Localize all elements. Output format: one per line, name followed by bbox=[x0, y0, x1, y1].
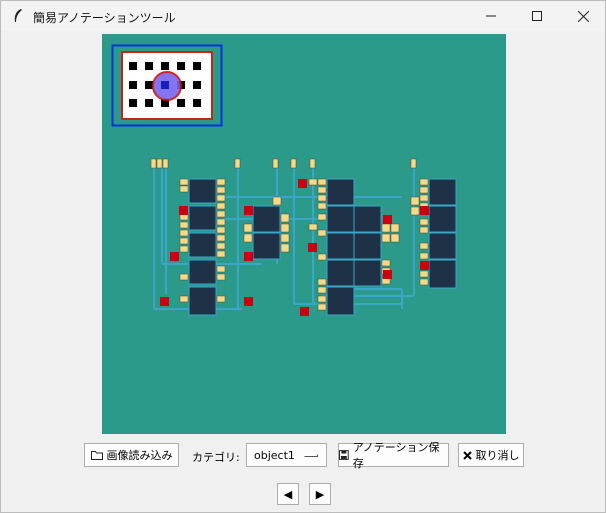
minimize-button[interactable] bbox=[468, 1, 514, 31]
category-select[interactable]: object1 bbox=[246, 443, 327, 467]
minimize-icon bbox=[486, 15, 496, 17]
x-mark-icon bbox=[462, 450, 472, 460]
feather-icon bbox=[14, 9, 22, 22]
maximize-button[interactable] bbox=[514, 1, 560, 31]
title-bar[interactable]: 簡易アノテーションツール bbox=[1, 1, 605, 31]
save-annotation-button[interactable]: アノテーション保存 bbox=[338, 441, 449, 470]
category-label: カテゴリ: bbox=[192, 451, 240, 464]
next-button[interactable]: ▶ bbox=[309, 483, 331, 505]
floppy-disk-icon bbox=[339, 450, 349, 460]
arrow-left-icon: ◀ bbox=[283, 487, 293, 501]
app-window: 簡易アノテーションツール 画像読み込み カテゴリ: object1 アノテーショ… bbox=[0, 0, 606, 513]
save-annotation-label: アノテーション保存 bbox=[352, 441, 440, 470]
arrow-right-icon: ▶ bbox=[315, 487, 325, 501]
image-canvas[interactable] bbox=[102, 34, 506, 434]
close-icon bbox=[577, 10, 589, 22]
circuit-image bbox=[111, 44, 457, 316]
previous-button[interactable]: ◀ bbox=[277, 483, 299, 505]
load-image-label: 画像読み込み bbox=[106, 449, 173, 462]
dropdown-indicator-icon bbox=[304, 454, 318, 457]
window-title: 簡易アノテーションツール bbox=[33, 11, 176, 25]
load-image-button[interactable]: 画像読み込み bbox=[84, 443, 179, 467]
undo-button[interactable]: 取り消し bbox=[458, 443, 524, 467]
category-value: object1 bbox=[254, 448, 295, 462]
folder-icon bbox=[90, 451, 103, 460]
undo-label: 取り消し bbox=[475, 449, 520, 462]
maximize-icon bbox=[532, 11, 542, 21]
close-button[interactable] bbox=[560, 1, 606, 31]
